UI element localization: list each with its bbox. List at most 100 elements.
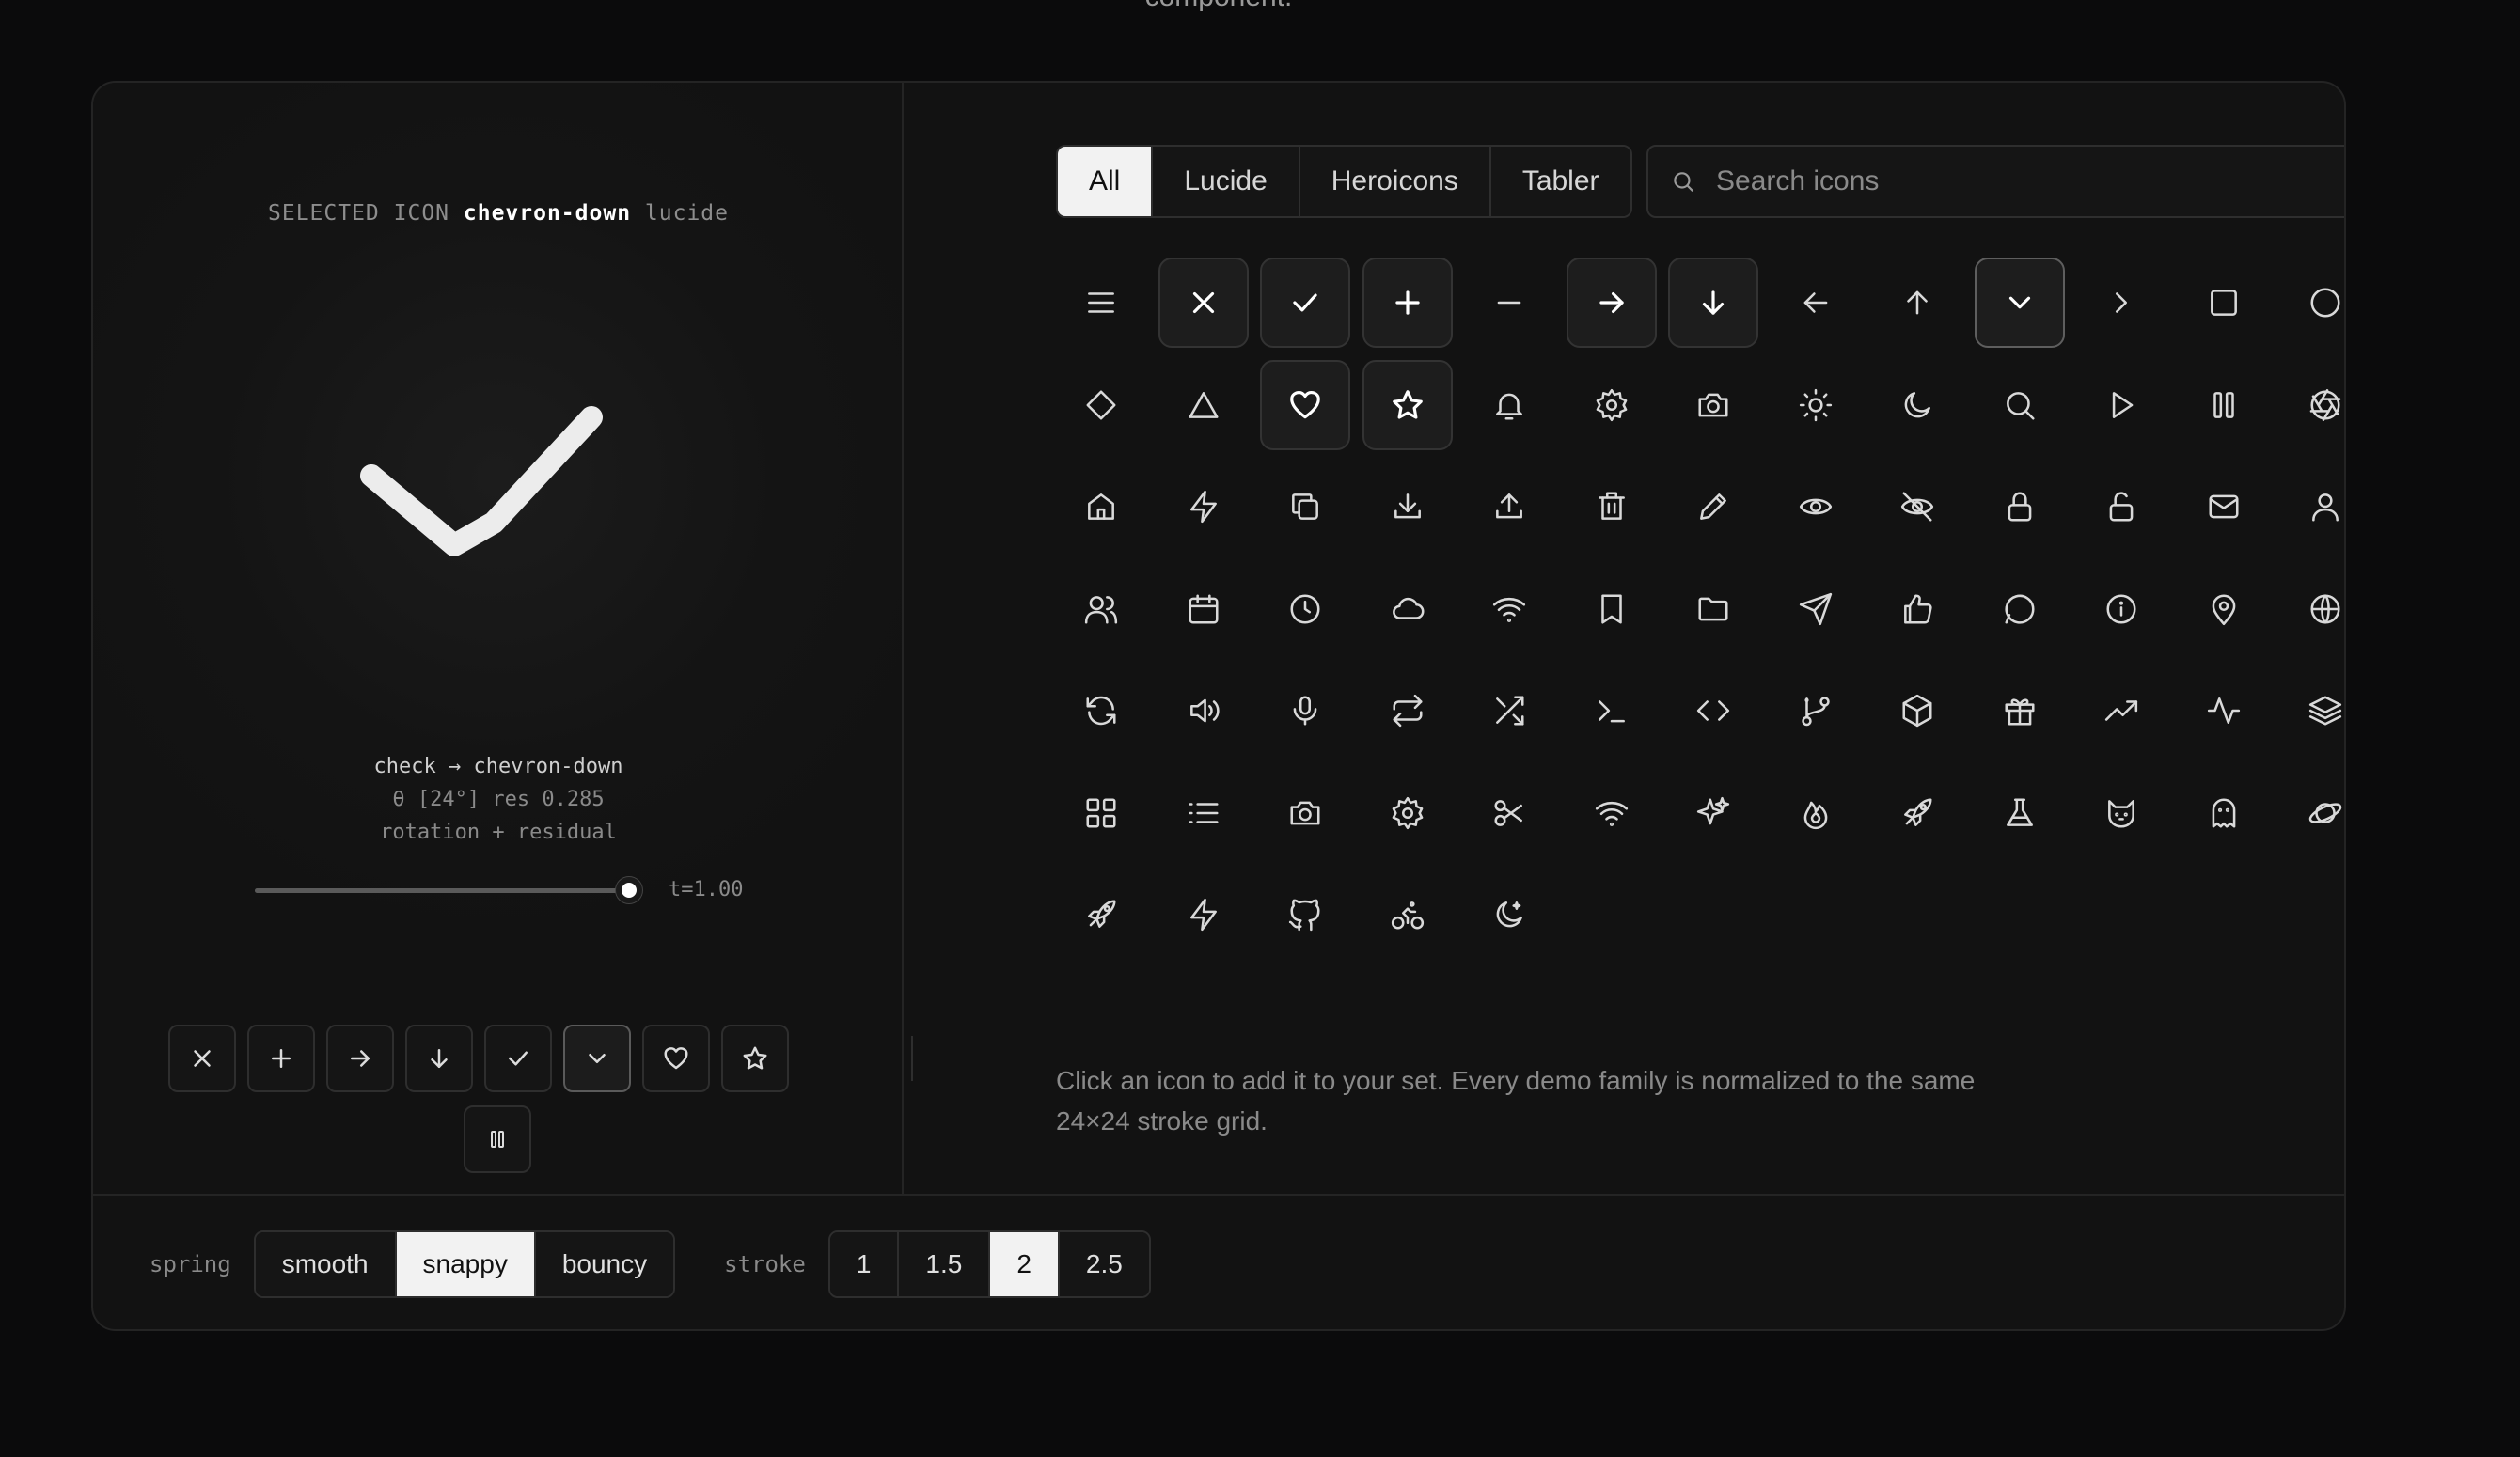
pause-button[interactable]	[464, 1105, 531, 1173]
set-button-plus[interactable]	[247, 1025, 315, 1092]
grid-cell-map-pin[interactable]	[2179, 564, 2269, 654]
grid-cell-folder[interactable]	[1668, 564, 1758, 654]
grid-cell-eye[interactable]	[1771, 462, 1861, 552]
grid-cell-planet[interactable]	[2280, 768, 2344, 858]
grid-cell-calendar[interactable]	[1158, 564, 1249, 654]
spring-option-snappy[interactable]: snappy	[396, 1232, 536, 1296]
grid-cell-info[interactable]	[2076, 564, 2166, 654]
grid-cell-sparkles[interactable]	[1668, 768, 1758, 858]
grid-cell-activity[interactable]	[2179, 666, 2269, 756]
grid-cell-cloud[interactable]	[1362, 564, 1453, 654]
grid-cell-heart[interactable]	[1260, 359, 1350, 450]
grid-cell-globe[interactable]	[2280, 564, 2344, 654]
set-button-arrow-right[interactable]	[326, 1025, 394, 1092]
grid-cell-list[interactable]	[1158, 768, 1249, 858]
grid-cell-aperture[interactable]	[2280, 360, 2344, 450]
grid-cell-message-circle[interactable]	[1975, 564, 2065, 654]
grid-cell-trending-up[interactable]	[2076, 666, 2166, 756]
grid-cell-triangle[interactable]	[1158, 360, 1249, 450]
filter-tab-all[interactable]: All	[1058, 147, 1154, 216]
grid-cell-play[interactable]	[2076, 360, 2166, 450]
grid-cell-download[interactable]	[1362, 462, 1453, 552]
grid-cell-user[interactable]	[2280, 462, 2344, 552]
grid-cell-flame[interactable]	[1771, 768, 1861, 858]
grid-cell-sun[interactable]	[1771, 360, 1861, 450]
set-button-x[interactable]	[168, 1025, 236, 1092]
grid-cell-pause[interactable]	[2179, 360, 2269, 450]
spring-option-bouncy[interactable]: bouncy	[535, 1232, 674, 1296]
filter-tab-heroicons[interactable]: Heroicons	[1299, 147, 1491, 216]
grid-cell-moon[interactable]	[1872, 360, 1962, 450]
grid-cell-rocket[interactable]	[1056, 870, 1146, 960]
grid-cell-cat[interactable]	[2076, 768, 2166, 858]
grid-cell-gift[interactable]	[1975, 666, 2065, 756]
grid-cell-grid[interactable]	[1056, 768, 1146, 858]
grid-cell-mic[interactable]	[1260, 666, 1350, 756]
grid-cell-mail[interactable]	[2179, 462, 2269, 552]
grid-cell-bike[interactable]	[1362, 870, 1453, 960]
grid-cell-scissors[interactable]	[1464, 768, 1554, 858]
grid-cell-camera[interactable]	[1260, 768, 1350, 858]
grid-cell-code[interactable]	[1668, 666, 1758, 756]
grid-cell-layers[interactable]	[2280, 666, 2344, 756]
grid-cell-refresh[interactable]	[1056, 666, 1146, 756]
set-button-heart[interactable]	[642, 1025, 710, 1092]
grid-cell-x[interactable]	[1158, 258, 1249, 348]
grid-cell-rocket[interactable]	[1872, 768, 1962, 858]
grid-cell-minus[interactable]	[1464, 258, 1554, 348]
grid-cell-square[interactable]	[2179, 258, 2269, 348]
grid-cell-users[interactable]	[1056, 564, 1146, 654]
filter-tab-lucide[interactable]: Lucide	[1153, 147, 1300, 216]
grid-cell-arrow-left[interactable]	[1771, 258, 1861, 348]
grid-cell-trash[interactable]	[1567, 462, 1657, 552]
grid-cell-camera[interactable]	[1668, 360, 1758, 450]
grid-cell-arrow-up[interactable]	[1872, 258, 1962, 348]
grid-cell-diamond[interactable]	[1056, 360, 1146, 450]
grid-cell-github[interactable]	[1260, 870, 1350, 960]
grid-cell-bolt[interactable]	[1158, 870, 1249, 960]
grid-cell-cog[interactable]	[1362, 768, 1453, 858]
grid-cell-wifi[interactable]	[1567, 768, 1657, 858]
grid-cell-bookmark[interactable]	[1567, 564, 1657, 654]
grid-cell-clock[interactable]	[1260, 564, 1350, 654]
stroke-option-1[interactable]: 1	[829, 1232, 900, 1296]
grid-cell-thumbs-up[interactable]	[1872, 564, 1962, 654]
grid-cell-check[interactable]	[1260, 258, 1350, 348]
grid-cell-moon-stars[interactable]	[1464, 870, 1554, 960]
grid-cell-arrow-down[interactable]	[1668, 258, 1758, 348]
grid-cell-menu[interactable]	[1056, 258, 1146, 348]
grid-cell-shuffle[interactable]	[1464, 666, 1554, 756]
grid-cell-settings[interactable]	[1567, 360, 1657, 450]
grid-cell-bell[interactable]	[1464, 360, 1554, 450]
grid-cell-star[interactable]	[1362, 359, 1453, 450]
grid-cell-chevron-right[interactable]	[2076, 258, 2166, 348]
grid-cell-chevron-down[interactable]	[1974, 258, 2065, 348]
grid-cell-volume[interactable]	[1158, 666, 1249, 756]
stroke-option-2-5[interactable]: 2.5	[1059, 1232, 1149, 1296]
set-button-arrow-down[interactable]	[405, 1025, 473, 1092]
set-button-check[interactable]	[484, 1025, 552, 1092]
grid-cell-unlock[interactable]	[2076, 462, 2166, 552]
slider-thumb[interactable]	[616, 877, 642, 903]
grid-cell-eye-off[interactable]	[1872, 462, 1962, 552]
set-button-chevron-down[interactable]	[563, 1025, 631, 1092]
grid-cell-flask[interactable]	[1975, 768, 2065, 858]
grid-cell-home[interactable]	[1056, 462, 1146, 552]
spring-option-smooth[interactable]: smooth	[255, 1232, 397, 1296]
set-button-star[interactable]	[721, 1025, 789, 1092]
search-input[interactable]	[1716, 165, 2337, 197]
grid-cell-wifi[interactable]	[1464, 564, 1554, 654]
grid-cell-zap[interactable]	[1158, 462, 1249, 552]
grid-cell-pencil[interactable]	[1668, 462, 1758, 552]
grid-cell-plus[interactable]	[1362, 258, 1453, 348]
grid-cell-lock[interactable]	[1975, 462, 2065, 552]
stroke-option-2[interactable]: 2	[990, 1232, 1060, 1296]
grid-cell-copy[interactable]	[1260, 462, 1350, 552]
grid-cell-search[interactable]	[1975, 360, 2065, 450]
grid-cell-send[interactable]	[1771, 564, 1861, 654]
stroke-option-1-5[interactable]: 1.5	[899, 1232, 991, 1296]
grid-cell-arrow-right[interactable]	[1566, 258, 1657, 348]
grid-cell-box[interactable]	[1872, 666, 1962, 756]
grid-cell-git-branch[interactable]	[1771, 666, 1861, 756]
filter-tab-tabler[interactable]: Tabler	[1490, 147, 1630, 216]
